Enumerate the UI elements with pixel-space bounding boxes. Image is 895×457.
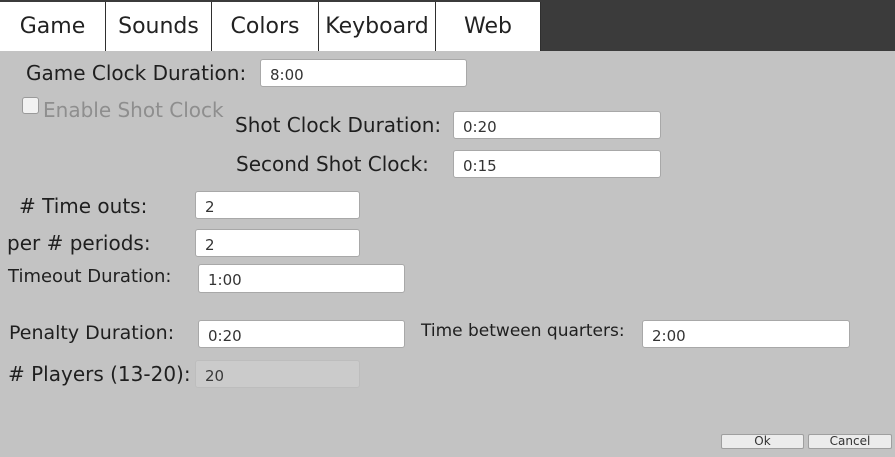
players-input	[195, 360, 360, 388]
tab-keyboard[interactable]: Keyboard	[319, 2, 436, 51]
per-periods-input[interactable]	[195, 229, 360, 257]
tab-sounds[interactable]: Sounds	[106, 2, 212, 51]
penalty-duration-input[interactable]	[198, 320, 405, 348]
time-outs-label: # Time outs:	[19, 194, 148, 218]
penalty-duration-label: Penalty Duration:	[9, 322, 175, 344]
timeout-duration-input[interactable]	[198, 264, 405, 293]
players-label: # Players (13-20):	[8, 362, 191, 386]
tab-game[interactable]: Game	[0, 2, 106, 51]
shot-clock-label: Shot Clock Duration:	[235, 113, 442, 137]
enable-shot-clock-label: Enable Shot Clock	[43, 98, 224, 122]
cancel-button[interactable]: Cancel	[808, 434, 892, 449]
time-outs-input[interactable]	[195, 191, 360, 219]
enable-shot-clock-checkbox[interactable]	[22, 97, 39, 114]
second-shot-clock-input[interactable]	[453, 150, 661, 178]
second-shot-clock-label: Second Shot Clock:	[236, 152, 429, 176]
shot-clock-input[interactable]	[453, 111, 661, 139]
game-clock-label: Game Clock Duration:	[26, 61, 247, 85]
time-between-quarters-label: Time between quarters:	[421, 321, 625, 341]
time-between-quarters-input[interactable]	[642, 320, 850, 348]
tab-web[interactable]: Web	[436, 2, 541, 51]
tab-bar: Game Sounds Colors Keyboard Web	[0, 0, 895, 51]
per-periods-label: per # periods:	[7, 231, 151, 255]
ok-button[interactable]: Ok	[721, 434, 804, 449]
game-clock-input[interactable]	[260, 59, 467, 87]
tab-colors[interactable]: Colors	[212, 2, 319, 51]
timeout-duration-label: Timeout Duration:	[8, 266, 172, 287]
